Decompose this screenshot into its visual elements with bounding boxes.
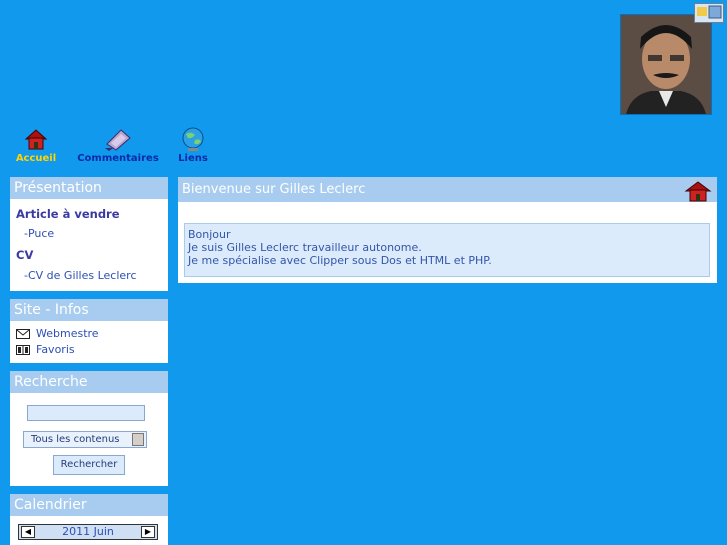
- main-panel: Bienvenue sur Gilles Leclerc Bonjour Je …: [178, 177, 717, 283]
- menu-category-cv[interactable]: CV: [10, 248, 168, 269]
- home-icon: [24, 129, 48, 150]
- welcome-message: Bonjour Je suis Gilles Leclerc travaille…: [184, 223, 710, 277]
- calendrier-block: Calendrier ◀ 2011 Juin ▶: [10, 494, 168, 545]
- welcome-line: Bonjour: [188, 228, 231, 241]
- page-title: Bienvenue sur Gilles Leclerc: [182, 182, 366, 197]
- main-title-bar: Bienvenue sur Gilles Leclerc: [178, 177, 717, 202]
- site-infos-title: Site - Infos: [10, 299, 168, 321]
- recherche-title: Recherche: [10, 371, 168, 393]
- book-icon: [16, 345, 30, 355]
- profile-photo-image: [621, 15, 711, 114]
- home-icon: [684, 181, 712, 202]
- search-button[interactable]: Rechercher: [53, 455, 125, 475]
- calendar-month-label: 2011 Juin: [62, 525, 114, 538]
- welcome-line: Je suis Gilles Leclerc travailleur auton…: [188, 241, 422, 254]
- next-month-icon[interactable]: ▶: [141, 526, 155, 538]
- calendrier-title: Calendrier: [10, 494, 168, 516]
- favoris-label: Favoris: [36, 343, 75, 356]
- profile-photo: [620, 14, 712, 115]
- site-infos-block: Site - Infos Webmestre Favoris: [10, 299, 168, 363]
- dropdown-arrow-icon[interactable]: [132, 433, 144, 446]
- nav-liens-label: Liens: [178, 153, 208, 164]
- nav-commentaires[interactable]: Commentaires: [70, 126, 166, 164]
- menu-item-cv-gilles[interactable]: -CV de Gilles Leclerc: [10, 269, 168, 289]
- presentation-block: Présentation Article à vendre -Puce CV -…: [10, 177, 168, 291]
- prev-month-icon[interactable]: ◀: [21, 526, 35, 538]
- webmestre-label: Webmestre: [36, 327, 99, 340]
- nav-accueil-label: Accueil: [15, 153, 57, 164]
- favoris-link[interactable]: Favoris: [10, 342, 168, 358]
- calendar-nav: ◀ 2011 Juin ▶: [18, 524, 158, 540]
- window-icon[interactable]: [694, 3, 724, 23]
- menu-category-article[interactable]: Article à vendre: [10, 207, 168, 227]
- webmestre-link[interactable]: Webmestre: [10, 326, 168, 342]
- nav-accueil[interactable]: Accueil: [12, 126, 60, 164]
- nav-commentaires-label: Commentaires: [77, 153, 159, 164]
- recherche-block: Recherche Tous les contenus Rechercher: [10, 371, 168, 486]
- search-scope-value: Tous les contenus: [31, 434, 120, 445]
- search-scope-select[interactable]: Tous les contenus: [23, 431, 147, 448]
- nav-liens[interactable]: Liens: [170, 126, 216, 164]
- comments-icon: [105, 129, 131, 151]
- menu-item-puce[interactable]: -Puce: [10, 227, 168, 248]
- globe-icon: [182, 127, 204, 151]
- search-input[interactable]: [27, 405, 145, 421]
- welcome-line: Je me spécialise avec Clipper sous Dos e…: [188, 254, 492, 267]
- envelope-icon: [16, 329, 30, 339]
- presentation-title: Présentation: [10, 177, 168, 199]
